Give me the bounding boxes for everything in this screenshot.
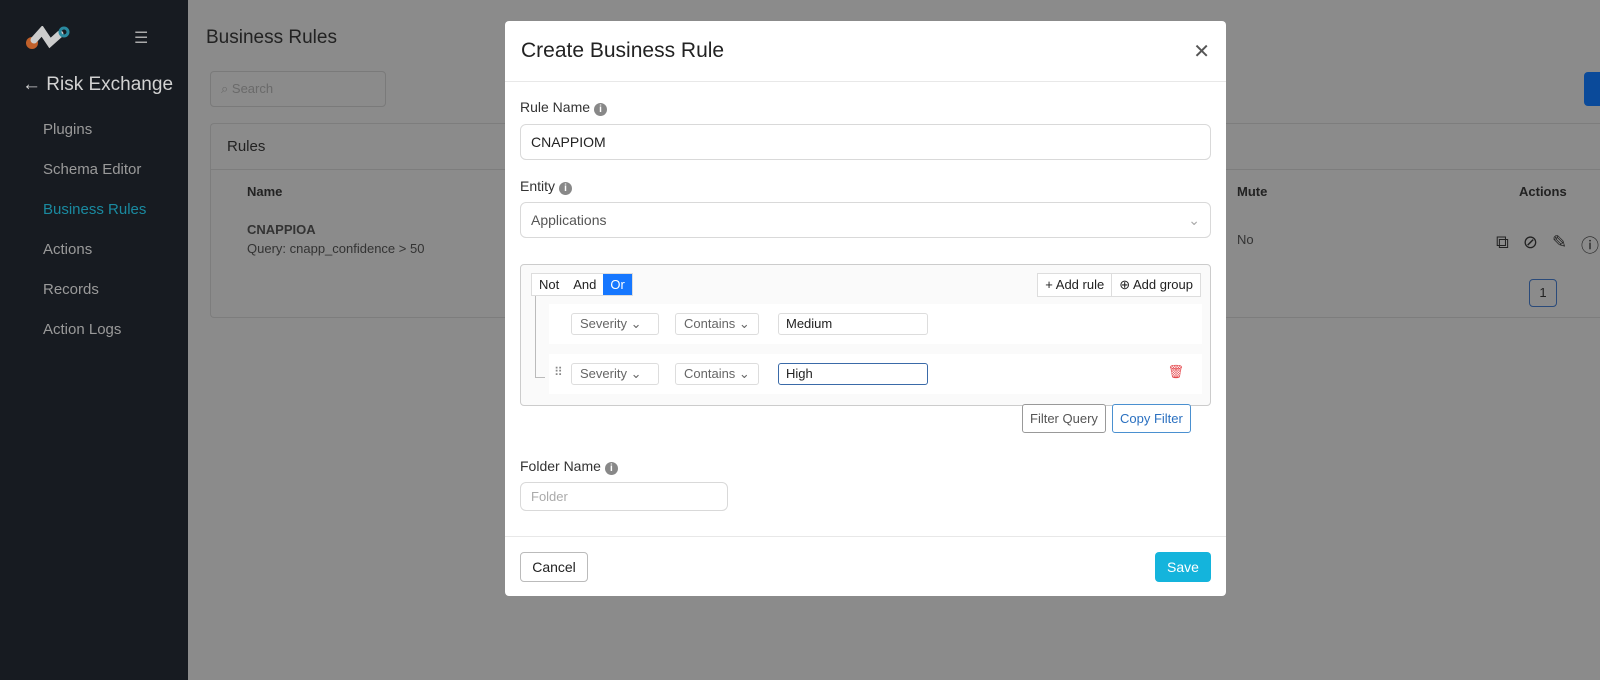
arrow-left-icon: ← xyxy=(22,74,47,95)
create-business-rule-modal: Create Business Rule ✕ Rule Name i CNAPPI… xyxy=(505,21,1226,596)
rule-name: CNAPPIOA xyxy=(247,222,316,237)
sidebar-item-plugins[interactable]: Plugins xyxy=(43,120,146,160)
add-rule-button[interactable]: + Add rule xyxy=(1038,274,1111,296)
sidebar-item-action-logs[interactable]: Action Logs xyxy=(43,320,146,360)
cancel-button[interactable]: Cancel xyxy=(520,552,588,582)
field-select[interactable]: Severity ⌄ xyxy=(571,363,659,385)
sidebar-item-actions[interactable]: Actions xyxy=(43,240,146,280)
disable-icon[interactable]: ⊘ xyxy=(1523,232,1538,258)
page-title: Business Rules xyxy=(206,27,337,48)
entity-value: Applications xyxy=(531,212,607,228)
info-icon: i xyxy=(559,182,573,195)
chevron-down-icon: ⌄ xyxy=(1188,212,1200,228)
combinator-or[interactable]: Or xyxy=(603,274,632,295)
search-input[interactable]: ⌕ Search xyxy=(210,71,386,107)
tree-line xyxy=(535,296,545,378)
sidebar-item-records[interactable]: Records xyxy=(43,280,146,320)
collapse-menu-icon[interactable]: ☰ xyxy=(134,28,148,48)
operator-select[interactable]: Contains ⌄ xyxy=(675,313,759,335)
entity-select[interactable]: Applications ⌄ xyxy=(520,202,1211,238)
rule-row: ⠿ Severity ⌄ Contains ⌄ High 🗑 xyxy=(549,354,1202,394)
filter-query-button[interactable]: Filter Query xyxy=(1022,404,1106,433)
delete-icon[interactable]: 🗑 xyxy=(1167,364,1184,380)
sidebar-item-business-rules[interactable]: Business Rules xyxy=(43,200,146,240)
sidebar-item-schema-editor[interactable]: Schema Editor xyxy=(43,160,146,200)
info-icon: i xyxy=(594,103,608,116)
modal-title: Create Business Rule xyxy=(505,21,1226,82)
copy-filter-button[interactable]: Copy Filter xyxy=(1112,404,1191,433)
copy-icon[interactable]: ⧉ xyxy=(1496,232,1509,258)
add-group-button[interactable]: ⊕ Add group xyxy=(1111,274,1200,296)
close-icon[interactable]: ✕ xyxy=(1193,39,1210,64)
save-button[interactable]: Save xyxy=(1155,552,1211,582)
rule-name-input[interactable]: CNAPPIOM xyxy=(520,124,1211,160)
sidebar: ☰ ← Risk Exchange Plugins Schema Editor … xyxy=(0,0,188,680)
search-icon: ⌕ xyxy=(221,81,232,96)
rule-name-label: Rule Name xyxy=(520,99,591,115)
value-input[interactable]: High xyxy=(778,363,928,385)
create-button[interactable] xyxy=(1584,72,1600,106)
folder-input[interactable]: Folder xyxy=(520,482,728,511)
column-mute[interactable]: Mute xyxy=(1237,184,1267,199)
combinator-not[interactable]: Not xyxy=(532,274,566,295)
info-icon[interactable]: ⓘ xyxy=(1581,232,1599,258)
field-select[interactable]: Severity ⌄ xyxy=(571,313,659,335)
rule-mute: No xyxy=(1237,232,1254,247)
info-icon: i xyxy=(604,462,618,475)
drag-handle-icon[interactable]: ⠿ xyxy=(554,365,563,379)
rule-query: Query: cnapp_confidence > 50 xyxy=(247,241,425,256)
folder-name-label: Folder Name xyxy=(520,458,601,474)
column-actions: Actions xyxy=(1519,184,1567,199)
operator-select[interactable]: Contains ⌄ xyxy=(675,363,759,385)
page-1-button[interactable]: 1 xyxy=(1529,279,1557,307)
edit-icon[interactable]: ✎ xyxy=(1552,232,1567,258)
back-link[interactable]: ← Risk Exchange xyxy=(22,74,173,96)
query-builder: Not And Or + Add rule ⊕ Add group Severity … xyxy=(520,264,1211,406)
logo xyxy=(26,26,70,49)
entity-label: Entity xyxy=(520,178,556,194)
value-input[interactable]: Medium xyxy=(778,313,928,335)
rule-row: Severity ⌄ Contains ⌄ Medium xyxy=(549,304,1202,344)
combinator-and[interactable]: And xyxy=(566,274,603,295)
column-name[interactable]: Name xyxy=(247,184,282,199)
